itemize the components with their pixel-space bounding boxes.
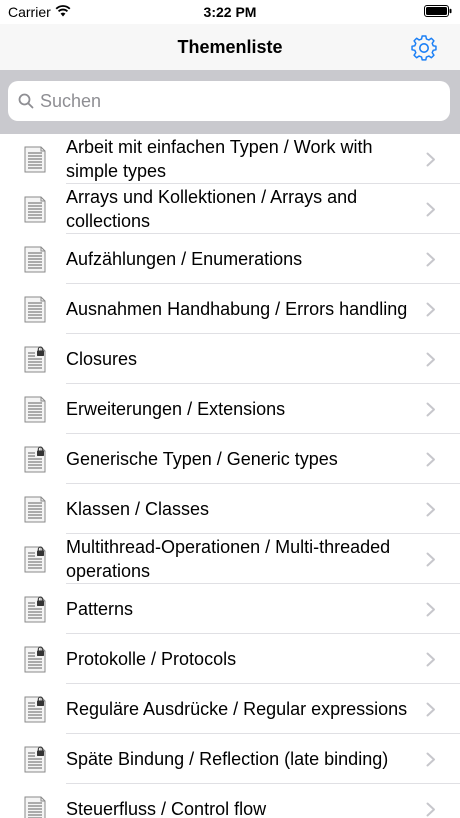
list-item-label: Ausnahmen Handhabung / Errors handling (66, 299, 408, 319)
chevron-right-icon (426, 802, 435, 817)
list-item[interactable]: Steuerfluss / Control flow (0, 784, 460, 818)
locked-document-icon (24, 546, 46, 573)
list-item[interactable]: Erweiterungen / Extensions (0, 384, 460, 434)
list-item[interactable]: Ausnahmen Handhabung / Errors handling (0, 284, 460, 334)
navigation-bar: Themenliste (0, 24, 460, 70)
chevron-right-icon (426, 652, 435, 667)
list-item[interactable]: Patterns (0, 584, 460, 634)
chevron-right-icon (426, 552, 435, 567)
list-item[interactable]: Multithread-Operationen / Multi-threaded… (0, 534, 460, 584)
document-icon (24, 796, 46, 818)
list-item-label: Arrays und Kollektionen / Arrays and col… (66, 187, 358, 231)
list-item-label: Reguläre Ausdrücke / Regular expressions (66, 699, 408, 719)
status-bar: Carrier 3:22 PM (0, 0, 460, 24)
locked-document-icon (24, 596, 46, 623)
locked-document-icon (24, 646, 46, 673)
locked-document-icon (24, 746, 46, 773)
list-item[interactable]: Closures (0, 334, 460, 384)
locked-document-icon (24, 696, 46, 723)
list-item-label: Generische Typen / Generic types (66, 449, 338, 469)
chevron-right-icon (426, 502, 435, 517)
list-item[interactable]: Generische Typen / Generic types (0, 434, 460, 484)
locked-document-icon (24, 446, 46, 473)
chevron-right-icon (426, 752, 435, 767)
list-item-label: Multithread-Operationen / Multi-threaded… (66, 537, 391, 581)
list-item-label: Protokolle / Protocols (66, 649, 237, 669)
document-icon (24, 246, 46, 273)
status-time: 3:22 PM (203, 4, 257, 20)
list-item[interactable]: Arbeit mit einfachen Typen / Work with s… (0, 134, 460, 184)
list-item[interactable]: Späte Bindung / Reflection (late binding… (0, 734, 460, 784)
list-item-label: Erweiterungen / Extensions (66, 399, 286, 419)
chevron-right-icon (426, 702, 435, 717)
battery-icon (424, 5, 452, 17)
document-icon (24, 196, 46, 223)
list-item-label: Steuerfluss / Control flow (66, 799, 267, 818)
document-icon (24, 396, 46, 423)
list-item-label: Closures (66, 349, 138, 369)
document-icon (24, 496, 46, 523)
document-icon (24, 146, 46, 173)
list-item[interactable]: Aufzählungen / Enumerations (0, 234, 460, 284)
document-icon (24, 296, 46, 323)
chevron-right-icon (426, 202, 435, 217)
chevron-right-icon (426, 352, 435, 367)
locked-document-icon (24, 346, 46, 373)
chevron-right-icon (426, 602, 435, 617)
page-title: Themenliste (177, 37, 283, 57)
gear-icon[interactable] (410, 34, 438, 62)
list-item-label: Klassen / Classes (66, 499, 210, 519)
chevron-right-icon (426, 452, 435, 467)
list-item[interactable]: Protokolle / Protocols (0, 634, 460, 684)
chevron-right-icon (426, 302, 435, 317)
list-item-label: Späte Bindung / Reflection (late binding… (66, 749, 389, 769)
list-item-label: Patterns (66, 599, 134, 619)
list-item-label: Aufzählungen / Enumerations (66, 249, 303, 269)
chevron-right-icon (426, 402, 435, 417)
search-bar (0, 70, 460, 134)
search-input[interactable] (8, 81, 450, 121)
topic-list: Arbeit mit einfachen Typen / Work with s… (0, 134, 460, 818)
chevron-right-icon (426, 152, 435, 167)
list-item[interactable]: Reguläre Ausdrücke / Regular expressions (0, 684, 460, 734)
chevron-right-icon (426, 252, 435, 267)
list-item-label: Arbeit mit einfachen Typen / Work with s… (66, 137, 373, 181)
list-item[interactable]: Arrays und Kollektionen / Arrays and col… (0, 184, 460, 234)
list-item[interactable]: Klassen / Classes (0, 484, 460, 534)
